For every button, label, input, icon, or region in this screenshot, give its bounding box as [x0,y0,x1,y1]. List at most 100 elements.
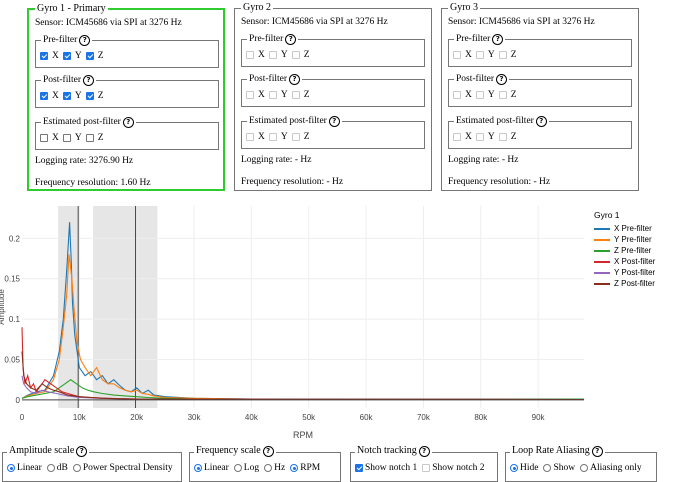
pre-filter-z-checkbox[interactable] [291,51,300,59]
amplitude-scale-radio[interactable] [7,464,15,472]
legend-item[interactable]: X Post-filter [594,256,655,267]
estimated-post-filter-z-checkbox[interactable] [85,134,94,142]
frequency-scale-option[interactable]: Log [233,463,259,473]
help-icon[interactable]: ? [83,74,94,86]
x-tick-label: 20k [130,413,144,422]
post-filter-z-checkbox[interactable] [291,91,300,99]
legend-label: Z Pre-filter [614,246,652,255]
amplitude-scale-radio[interactable] [72,464,81,472]
post-filter-x-checkbox[interactable] [40,92,48,100]
aliasing-option[interactable]: Hide [510,463,538,473]
legend-label: Y Pre-filter [614,235,652,244]
frequency-scale-radio[interactable] [233,464,242,472]
estimated-post-filter-group: Estimated post-filter? X Y Z [448,115,632,149]
post-filter-x-checkbox[interactable] [453,91,461,99]
post-filter-z-checkbox[interactable] [85,92,94,100]
frequency-scale-title: Frequency scale [196,445,261,456]
post-filter-z-label: Z [97,91,104,101]
x-tick-label: 60k [360,413,374,422]
chart-legend[interactable]: Gyro 1 X Pre-filter Y Pre-filter Z Pre-fil… [594,210,655,289]
notch-option[interactable]: Show notch 1 [355,463,417,473]
pre-filter-x-checkbox[interactable] [453,51,461,59]
aliasing-radio[interactable] [543,464,552,472]
frequency-scale-option-label: RPM [300,463,321,473]
frequency-scale-option[interactable]: RPM [290,463,320,473]
aliasing-option[interactable]: Aliasing only [580,463,642,473]
legend-item[interactable]: Y Pre-filter [594,234,655,245]
post-filter-z-label: Z [510,90,517,100]
estimated-post-filter-z-checkbox[interactable] [498,133,507,141]
post-filter-y-checkbox[interactable] [475,91,484,99]
frequency-scale-radio[interactable] [264,464,273,472]
help-icon[interactable]: ? [328,115,340,127]
post-filter-title: Post-filter [43,75,81,85]
x-tick-label: 40k [245,413,259,422]
estimated-post-filter-x-checkbox[interactable] [246,133,254,141]
y-tick-label: 0 [16,396,21,405]
pre-filter-y-checkbox[interactable] [62,52,71,60]
x-tick-label: 90k [532,413,546,422]
legend-item[interactable]: Z Pre-filter [594,245,655,256]
post-filter-y-checkbox[interactable] [62,92,71,100]
pre-filter-y-checkbox[interactable] [268,51,277,59]
amplitude-scale-option[interactable]: dB [46,463,68,473]
amplitude-scale-radio[interactable] [46,464,55,472]
help-icon[interactable]: ? [591,445,603,457]
sensor-info: Sensor: ICM45686 via SPI at 3276 Hz [241,17,388,27]
aliasing-radio[interactable] [580,464,589,472]
amplitude-scale-option-label: dB [56,463,68,473]
aliasing-radio[interactable] [510,464,518,472]
amplitude-scale-option[interactable]: Linear [7,463,42,473]
help-icon[interactable]: ? [262,445,274,457]
estimated-post-filter-title: Estimated post-filter [249,116,327,126]
notch-option[interactable]: Show notch 2 [422,463,485,473]
pre-filter-z-checkbox[interactable] [85,52,94,60]
notch-1-checkbox[interactable] [355,464,363,472]
post-filter-z-checkbox[interactable] [498,91,507,99]
estimated-post-filter-x-checkbox[interactable] [40,134,48,142]
pre-filter-title: Pre-filter [249,34,284,44]
post-filter-x-checkbox[interactable] [246,91,254,99]
notch-2-checkbox[interactable] [422,464,431,472]
gyro-title: Gyro 2 [241,2,274,14]
pre-filter-z-checkbox[interactable] [498,51,507,59]
help-icon[interactable]: ? [289,73,300,85]
amplitude-scale-option[interactable]: Power Spectral Density [72,463,173,473]
gyro-1-panel: Gyro 1 - Primary Sensor: ICM45686 via SPI… [27,3,225,191]
estimated-post-filter-x-label: X [465,132,472,142]
help-icon[interactable]: ? [79,34,91,46]
help-icon[interactable]: ? [496,73,507,85]
estimated-post-filter-y-checkbox[interactable] [268,133,277,141]
frequency-scale-option-label: Hz [274,463,286,473]
help-icon[interactable]: ? [535,115,547,127]
estimated-post-filter-z-checkbox[interactable] [291,133,300,141]
pre-filter-y-checkbox[interactable] [475,51,484,59]
help-icon[interactable]: ? [492,33,504,45]
pre-filter-x-checkbox[interactable] [40,52,48,60]
frequency-scale-radio[interactable] [194,464,202,472]
estimated-post-filter-x-checkbox[interactable] [453,133,461,141]
gyro-title: Gyro 3 [448,2,481,14]
help-icon[interactable]: ? [122,116,134,128]
frequency-scale-radio[interactable] [290,464,299,472]
aliasing-option[interactable]: Show [543,463,575,473]
legend-item[interactable]: Y Post-filter [594,267,655,278]
estimated-post-filter-y-checkbox[interactable] [62,134,71,142]
post-filter-title: Post-filter [249,74,287,84]
sensor-info: Sensor: ICM45686 via SPI at 3276 Hz [35,18,182,28]
pre-filter-group: Pre-filter? X Y Z [448,33,632,67]
pre-filter-x-checkbox[interactable] [246,51,254,59]
help-icon[interactable]: ? [285,33,297,45]
frequency-scale-option[interactable]: Hz [264,463,285,473]
estimated-post-filter-z-label: Z [303,132,310,142]
loop-rate-aliasing-title: Loop Rate Aliasing [512,445,590,456]
post-filter-y-checkbox[interactable] [268,91,277,99]
help-icon[interactable]: ? [76,445,88,457]
post-filter-group: Post-filter? X Y Z [241,73,425,107]
fft-chart[interactable]: 0 10k 20k 30k 40k 50k 60k 70k 80k 90k 0 0.05 0.1 0.15… [0,200,690,440]
legend-item[interactable]: X Pre-filter [594,223,655,234]
estimated-post-filter-y-checkbox[interactable] [475,133,484,141]
legend-item[interactable]: Z Post-filter [594,278,655,289]
help-icon[interactable]: ? [418,445,430,457]
frequency-scale-option[interactable]: Linear [194,463,229,473]
